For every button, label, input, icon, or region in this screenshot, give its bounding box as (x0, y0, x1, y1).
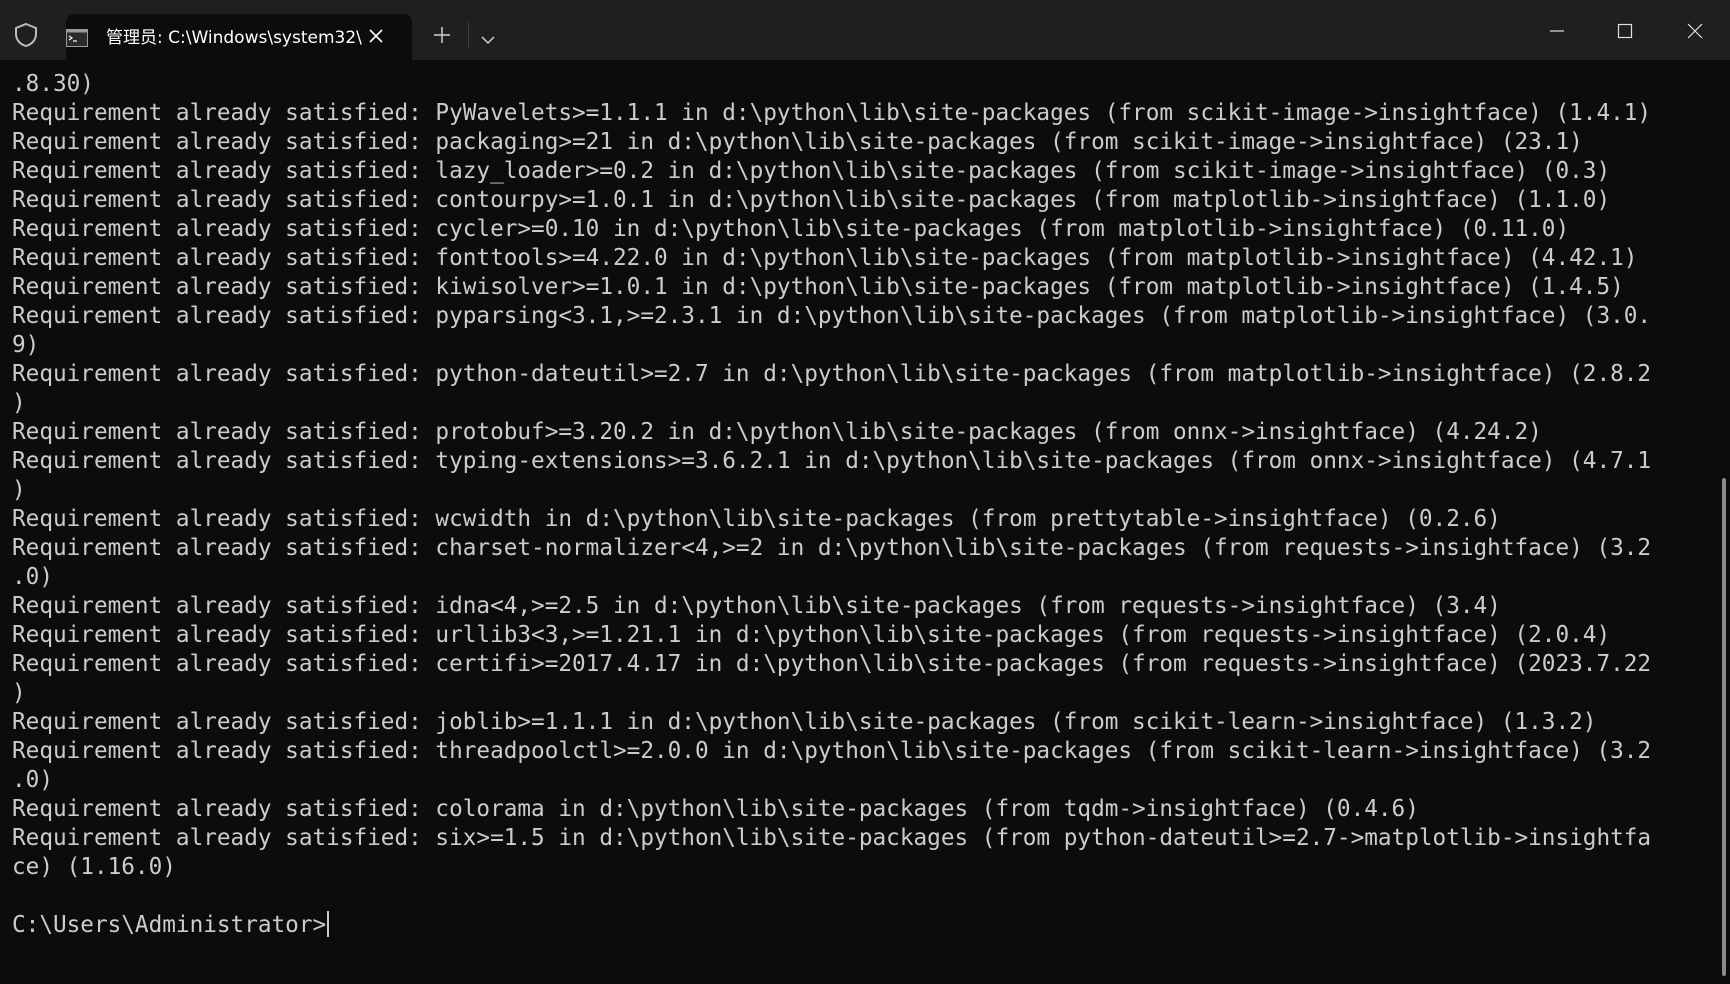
console-output[interactable]: .8.30) Requirement already satisfied: PyW… (12, 70, 1712, 984)
maximize-button[interactable] (1601, 14, 1649, 48)
console-line: ) (12, 390, 26, 416)
close-icon (1687, 23, 1703, 39)
console-line: Requirement already satisfied: certifi>=… (12, 651, 1652, 677)
console-line: Requirement already satisfied: lazy_load… (12, 158, 1611, 184)
close-tab-icon[interactable] (368, 28, 384, 44)
title-bar: 管理员: C:\Windows\system32\cmd.exe (0, 0, 1730, 60)
cmd-icon (66, 29, 88, 47)
console-line: Requirement already satisfied: charset-n… (12, 535, 1652, 561)
minimize-button[interactable] (1533, 14, 1581, 48)
console-line: Requirement already satisfied: idna<4,>=… (12, 593, 1501, 619)
console-line: Requirement already satisfied: colorama … (12, 796, 1419, 822)
minimize-icon (1550, 30, 1564, 32)
command-prompt[interactable]: C:\Users\Administrator> (12, 911, 1712, 940)
maximize-icon (1617, 23, 1633, 39)
console-line: Requirement already satisfied: typing-ex… (12, 448, 1652, 474)
console-line: Requirement already satisfied: packaging… (12, 129, 1583, 155)
prompt-text: C:\Users\Administrator> (12, 912, 327, 938)
tab-cmd[interactable]: 管理员: C:\Windows\system32\cmd.exe (66, 14, 412, 60)
console-line: Requirement already satisfied: PyWavelet… (12, 100, 1652, 126)
console-line: Requirement already satisfied: joblib>=1… (12, 709, 1597, 735)
console-line: Requirement already satisfied: pyparsing… (12, 303, 1652, 329)
console-line: .0) (12, 767, 53, 793)
console-line: Requirement already satisfied: threadpoo… (12, 738, 1652, 764)
shield-icon (13, 22, 39, 48)
console-line: Requirement already satisfied: wcwidth i… (12, 506, 1501, 532)
console-line: ) (12, 477, 26, 503)
new-tab-icon[interactable] (433, 26, 451, 44)
console-line: Requirement already satisfied: kiwisolve… (12, 274, 1624, 300)
console-line: 9) (12, 332, 40, 358)
console-line: Requirement already satisfied: protobuf>… (12, 419, 1542, 445)
close-window-button[interactable] (1671, 14, 1719, 48)
console-line: Requirement already satisfied: six>=1.5 … (12, 825, 1652, 851)
text-cursor (327, 911, 330, 937)
tab-separator (468, 22, 469, 48)
console-line: ) (12, 680, 26, 706)
console-line: ce) (1.16.0) (12, 854, 176, 880)
tab-title: 管理员: C:\Windows\system32\cmd.exe (106, 28, 362, 48)
scrollbar[interactable] (1722, 478, 1726, 976)
console-line: Requirement already satisfied: cycler>=0… (12, 216, 1570, 242)
console-line: Requirement already satisfied: urllib3<3… (12, 622, 1611, 648)
console-line: Requirement already satisfied: contourpy… (12, 187, 1611, 213)
console-line: .8.30) (12, 71, 94, 97)
console-line: .0) (12, 564, 53, 590)
chevron-down-icon[interactable] (481, 30, 495, 45)
console-line: Requirement already satisfied: python-da… (12, 361, 1652, 387)
console-line: Requirement already satisfied: fonttools… (12, 245, 1638, 271)
